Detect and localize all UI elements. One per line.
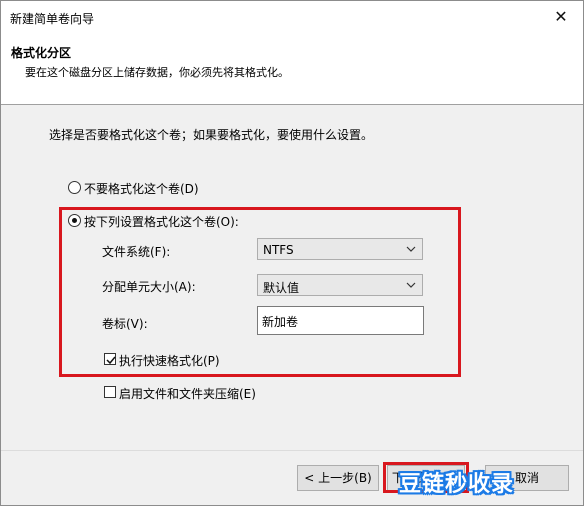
checkmark-icon — [106, 356, 116, 365]
close-button[interactable]: ✕ — [549, 7, 573, 27]
back-button[interactable]: < 上一步(B) — [297, 465, 379, 491]
wizard-header: 格式化分区 要在这个磁盘分区上储存数据，你必须先将其格式化。 — [1, 34, 583, 104]
allocation-select[interactable]: 默认值 — [257, 274, 423, 296]
intro-text: 选择是否要格式化这个卷；如果要格式化，要使用什么设置。 — [49, 128, 374, 142]
volume-label-label: 卷标(V): — [102, 317, 148, 331]
chevron-down-icon — [406, 282, 416, 288]
radio-format[interactable] — [68, 214, 81, 227]
quick-format-checkbox[interactable] — [104, 353, 116, 365]
allocation-value: 默认值 — [263, 281, 300, 295]
compression-label[interactable]: 启用文件和文件夹压缩(E) — [119, 385, 256, 402]
title-bar: 新建简单卷向导 ✕ — [1, 1, 583, 34]
chevron-down-icon — [406, 246, 416, 252]
radio-no-format[interactable] — [68, 181, 81, 194]
filesystem-label: 文件系统(F): — [102, 245, 171, 259]
quick-format-label[interactable]: 执行快速格式化(P) — [119, 352, 220, 369]
watermark-text: 豆链秒收录 — [399, 472, 515, 497]
volume-label-input[interactable]: 新加卷 — [257, 306, 424, 335]
filesystem-select[interactable]: NTFS — [257, 238, 423, 260]
wizard-content: 选择是否要格式化这个卷；如果要格式化，要使用什么设置。 不要格式化这个卷(D) … — [1, 105, 583, 505]
allocation-label: 分配单元大小(A): — [102, 280, 196, 294]
radio-format-label[interactable]: 按下列设置格式化这个卷(O): — [84, 213, 239, 230]
window-title: 新建简单卷向导 — [10, 12, 95, 26]
wizard-window: 新建简单卷向导 ✕ 格式化分区 要在这个磁盘分区上储存数据，你必须先将其格式化。… — [0, 0, 584, 506]
volume-label-value: 新加卷 — [262, 315, 299, 329]
footer-divider — [1, 450, 583, 451]
compression-checkbox[interactable] — [104, 386, 116, 398]
filesystem-value: NTFS — [263, 243, 294, 257]
radio-no-format-label[interactable]: 不要格式化这个卷(D) — [84, 180, 199, 197]
page-subtitle: 要在这个磁盘分区上储存数据，你必须先将其格式化。 — [25, 66, 289, 79]
page-title: 格式化分区 — [11, 46, 72, 60]
